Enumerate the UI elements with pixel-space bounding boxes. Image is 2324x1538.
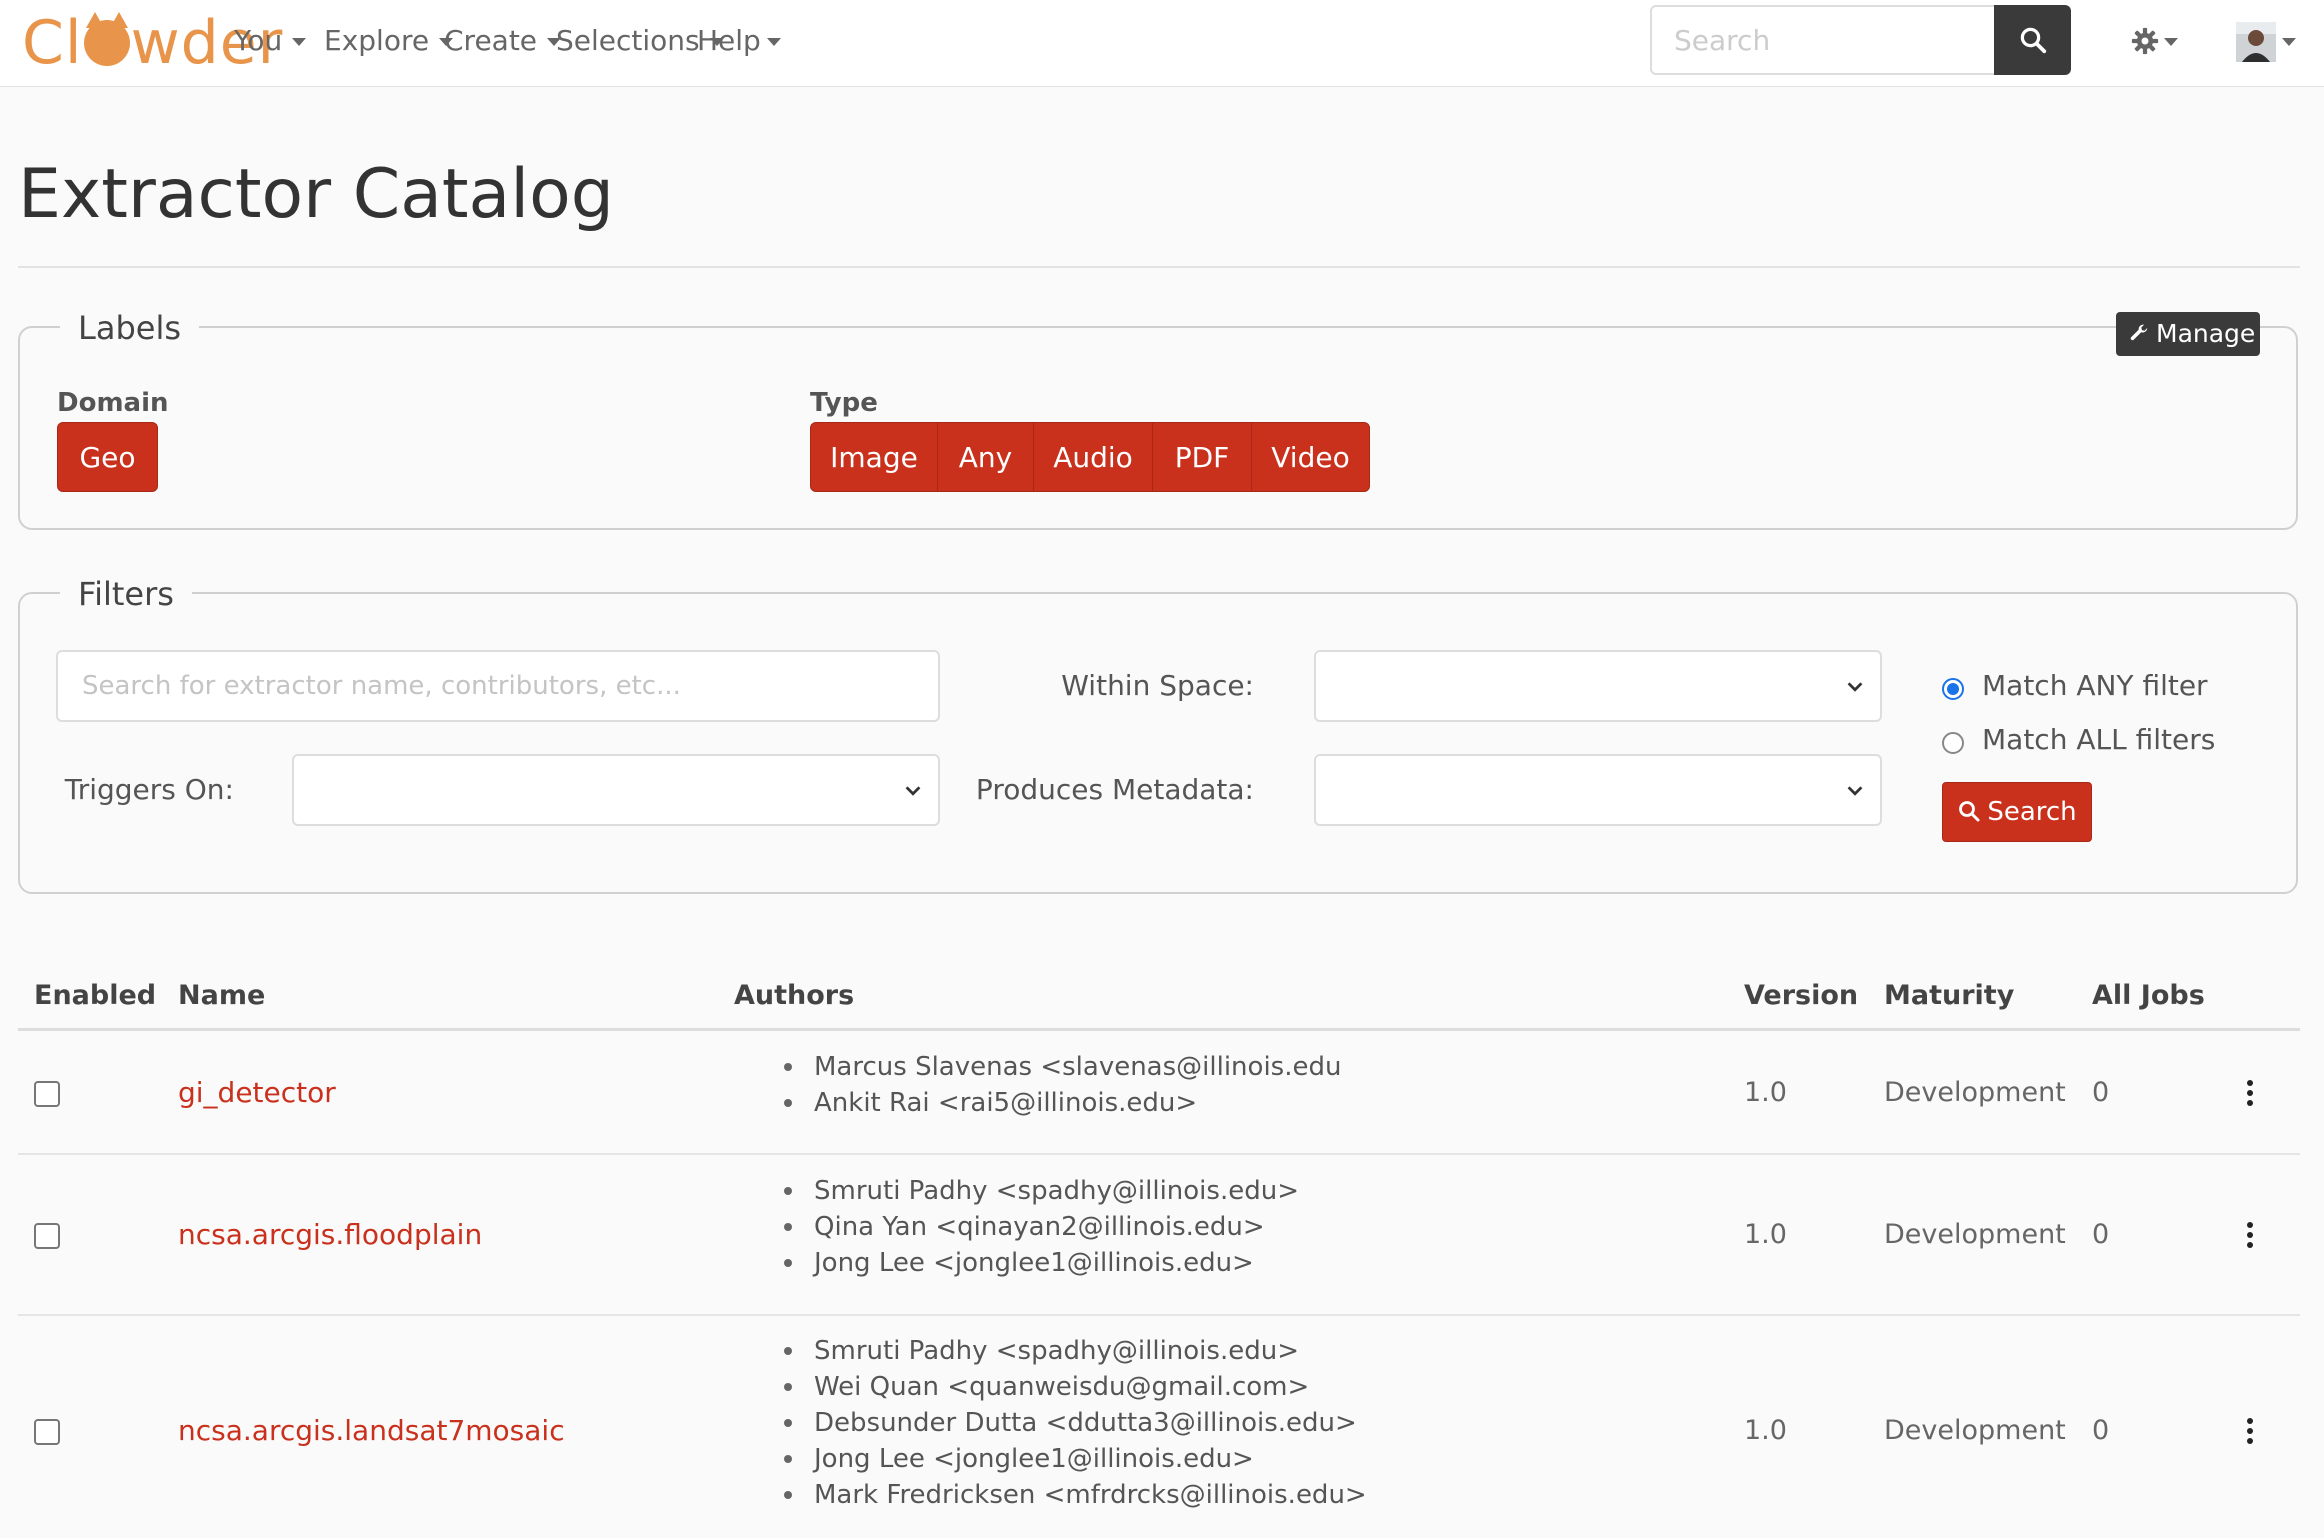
extractor-name-link[interactable]: gi_detector (178, 1073, 336, 1113)
jobs-cell: 0 (2092, 1219, 2110, 1250)
column-header-all-jobs: All Jobs (2092, 980, 2205, 1011)
type-tag-pdf[interactable]: PDF (1152, 422, 1252, 492)
version-cell: 1.0 (1744, 1415, 1787, 1446)
authors-list: Smruti Padhy <spadhy@illinois.edu> Wei Q… (784, 1333, 1367, 1513)
chevron-down-icon (1847, 786, 1863, 796)
type-tag-audio[interactable]: Audio (1033, 422, 1153, 492)
maturity-cell: Development (1884, 1415, 2066, 1446)
extractor-search-input[interactable] (56, 650, 940, 722)
authors-list: Marcus Slavenas <slavenas@illinois.edu A… (783, 1049, 1341, 1121)
settings-menu[interactable] (2130, 22, 2190, 62)
author-item: Marcus Slavenas <slavenas@illinois.edu (783, 1049, 1341, 1085)
enabled-checkbox[interactable] (34, 1223, 60, 1249)
nav-create-menu[interactable]: Create (444, 18, 562, 64)
wrench-icon (2130, 324, 2148, 341)
enabled-checkbox[interactable] (34, 1081, 60, 1107)
version-cell: 1.0 (1744, 1077, 1787, 1108)
produces-metadata-label: Produces Metadata: (975, 773, 1254, 806)
type-label: Type (810, 388, 878, 418)
manage-labels-button[interactable]: Manage (2116, 312, 2260, 356)
author-item: Smruti Padhy <spadhy@illinois.edu> (784, 1333, 1367, 1369)
chevron-down-icon (766, 38, 781, 46)
version-cell: 1.0 (1744, 1219, 1787, 1250)
row-divider (18, 1153, 2300, 1155)
nav-explore-menu[interactable]: Explore (324, 18, 454, 64)
more-vertical-icon[interactable] (2246, 1080, 2254, 1110)
table-header-divider (18, 1028, 2300, 1031)
match-all-label[interactable]: Match ALL filters (1982, 722, 2215, 758)
maturity-cell: Development (1884, 1219, 2066, 1250)
nav-you-label: You (234, 24, 283, 57)
search-icon (1959, 800, 1980, 821)
jobs-cell: 0 (2092, 1077, 2110, 1108)
logo-text-start: Cl (22, 8, 83, 78)
triggers-on-label: Triggers On: (64, 773, 234, 806)
column-header-maturity: Maturity (1884, 980, 2015, 1011)
global-search-button[interactable] (1994, 5, 2071, 75)
filters-legend: Filters (60, 572, 192, 616)
labels-legend: Labels (60, 306, 199, 350)
nav-you-menu[interactable]: You (234, 18, 307, 64)
chevron-down-icon (292, 38, 307, 46)
type-tag-any[interactable]: Any (937, 422, 1034, 492)
chevron-down-icon (1847, 682, 1863, 692)
author-item: Debsunder Dutta <ddutta3@illinois.edu> (784, 1405, 1367, 1441)
title-divider (18, 266, 2300, 268)
triggers-on-select[interactable] (292, 754, 940, 826)
cat-logo-icon (83, 12, 130, 67)
nav-selections-label: Selections (556, 24, 700, 57)
domain-tag-geo[interactable]: Geo (57, 422, 158, 492)
column-header-name: Name (178, 980, 266, 1011)
extractor-name-link[interactable]: ncsa.arcgis.floodplain (178, 1215, 482, 1255)
nav-create-label: Create (444, 24, 538, 57)
chevron-down-icon (2164, 38, 2178, 46)
filter-search-label: Search (1987, 797, 2077, 827)
nav-help-label: Help (697, 24, 761, 57)
match-any-label[interactable]: Match ANY filter (1982, 668, 2208, 704)
column-header-version: Version (1744, 980, 1859, 1011)
type-tag-video[interactable]: Video (1251, 422, 1370, 492)
more-vertical-icon[interactable] (2246, 1418, 2254, 1448)
page-title: Extractor Catalog (18, 155, 614, 234)
manage-label: Manage (2156, 319, 2256, 348)
authors-list: Smruti Padhy <spadhy@illinois.edu> Qina … (784, 1173, 1299, 1281)
match-any-radio[interactable] (1942, 678, 1964, 700)
more-vertical-icon[interactable] (2246, 1222, 2254, 1252)
author-item: Jong Lee <jonglee1@illinois.edu> (784, 1245, 1299, 1281)
chevron-down-icon[interactable] (2282, 38, 2296, 46)
search-icon (2020, 27, 2046, 54)
nav-help-menu[interactable]: Help (697, 18, 781, 64)
author-item: Wei Quan <quanweisdu@gmail.com> (784, 1369, 1367, 1405)
maturity-cell: Development (1884, 1077, 2066, 1108)
author-item: Jong Lee <jonglee1@illinois.edu> (784, 1441, 1367, 1477)
author-item: Ankit Rai <rai5@illinois.edu> (783, 1085, 1341, 1121)
enabled-checkbox[interactable] (34, 1419, 60, 1445)
match-all-radio[interactable] (1942, 732, 1964, 754)
author-item: Smruti Padhy <spadhy@illinois.edu> (784, 1173, 1299, 1209)
author-item: Mark Fredricksen <mfrdrcks@illinois.edu> (784, 1477, 1367, 1513)
jobs-cell: 0 (2092, 1415, 2110, 1446)
column-header-authors: Authors (734, 980, 855, 1011)
user-photo-icon (2236, 22, 2276, 62)
column-header-enabled: Enabled (34, 980, 157, 1011)
global-search-input[interactable] (1650, 5, 1998, 75)
nav-explore-label: Explore (324, 24, 430, 57)
extractor-name-link[interactable]: ncsa.arcgis.landsat7mosaic (178, 1411, 565, 1451)
domain-label: Domain (57, 388, 169, 418)
row-divider (18, 1314, 2300, 1316)
author-item: Qina Yan <qinayan2@illinois.edu> (784, 1209, 1299, 1245)
filter-search-button[interactable]: Search (1942, 782, 2092, 842)
top-navbar: Cl wder You Explore Create Selections Hel… (0, 0, 2324, 87)
gear-icon (2131, 27, 2159, 55)
within-space-select[interactable] (1314, 650, 1882, 722)
produces-metadata-select[interactable] (1314, 754, 1882, 826)
chevron-down-icon (905, 786, 921, 796)
within-space-label: Within Space: (1061, 669, 1254, 702)
type-tag-image[interactable]: Image (810, 422, 938, 492)
user-avatar[interactable] (2236, 22, 2276, 62)
